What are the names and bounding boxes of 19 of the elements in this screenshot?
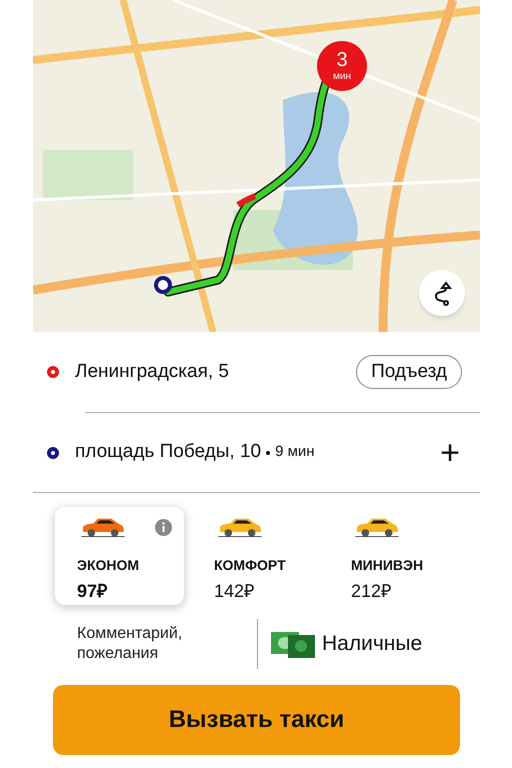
duration-text: 9 мин xyxy=(275,442,315,462)
tariff-card[interactable]: МИНИВЭН 212₽ xyxy=(329,507,458,605)
address-text[interactable]: площадь Победы, 10 xyxy=(75,438,262,467)
tariff-price: 212₽ xyxy=(351,580,392,603)
tariff-card[interactable]: КОМФОРТ 142₽ xyxy=(192,507,321,605)
order-taxi-button[interactable]: Вызвать такси xyxy=(53,685,460,755)
tariff-name: МИНИВЭН xyxy=(351,556,424,575)
tariff-name: КОМФОРТ xyxy=(214,556,287,575)
payment-method[interactable]: Наличные xyxy=(322,628,422,660)
tariff-name: ЭКОНОМ xyxy=(77,556,140,575)
cash-icon xyxy=(270,629,316,659)
add-stop-button[interactable]: + xyxy=(438,436,462,470)
tariff-price: 142₽ xyxy=(214,580,256,603)
address-text[interactable]: Ленинградская, 5 xyxy=(75,358,229,386)
comment-field[interactable]: Комментарий, пожелания xyxy=(77,624,255,664)
tariff-price: 97₽ xyxy=(77,580,108,603)
tariff-card[interactable]: ЭКОНОМ 97₽ xyxy=(55,507,184,605)
info-icon[interactable] xyxy=(155,519,172,536)
entrance-button[interactable]: Подъезд xyxy=(356,355,462,389)
